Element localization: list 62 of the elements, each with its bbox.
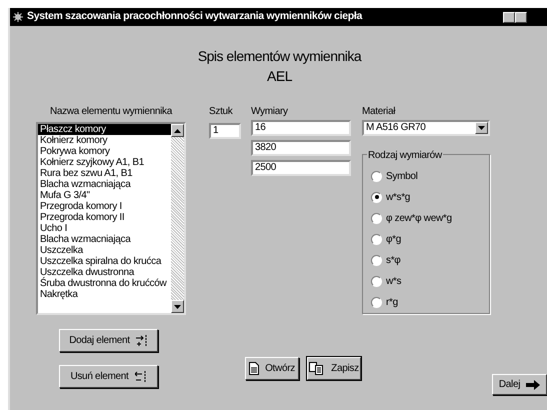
document-icon (249, 362, 260, 375)
remove-element-button[interactable]: Usuń element (59, 365, 158, 388)
scroll-up-button[interactable] (171, 124, 184, 137)
heading: Spis elementów wymiennika (198, 47, 362, 66)
heading-subtitle: AEL (267, 67, 292, 86)
list-item[interactable]: Przegroda komory II (38, 212, 171, 223)
count-label: Sztuk (209, 105, 234, 119)
element-listbox[interactable] (36, 122, 186, 315)
radio-button[interactable] (371, 254, 382, 266)
remove-icon (134, 370, 147, 382)
radio-label: r*g (386, 296, 398, 310)
radio-button[interactable] (371, 170, 382, 182)
list-item[interactable]: Śruba dwustronna do krućców (38, 278, 171, 289)
radio-label: Symbol (386, 170, 418, 184)
list-item[interactable]: Uszczelka dwustronna (38, 267, 171, 278)
material-dropdown[interactable]: M A516 GR70 (362, 120, 490, 136)
list-item[interactable]: Pokrywa komory (38, 146, 171, 157)
list-item[interactable]: Mufa G 3/4" (38, 190, 171, 201)
count-field[interactable]: 1 (209, 123, 241, 139)
dimensions-label: Wymiary (251, 105, 289, 119)
minimize-button[interactable] (503, 12, 515, 22)
radio-button[interactable] (371, 192, 382, 202)
list-item[interactable]: Blacha wzmacniająca (38, 234, 171, 245)
list-item[interactable]: Uszczelka (38, 245, 171, 256)
list-item[interactable]: Przegroda komory I (38, 201, 171, 212)
material-label: Materiał (362, 105, 396, 119)
list-item[interactable]: Kołnierz komory (38, 135, 171, 146)
radio-button[interactable] (371, 212, 382, 224)
radio-label: w*s*g (386, 190, 410, 204)
app-icon (13, 12, 23, 22)
list-item[interactable]: Uszczelka spiralna do krućca (38, 256, 171, 267)
list-item[interactable]: Ucho I (38, 223, 171, 234)
open-button[interactable]: Otwórz (245, 357, 299, 380)
add-element-button[interactable]: Dodaj element (59, 329, 158, 352)
dimension-field[interactable]: 2500 (251, 160, 351, 176)
dimension-field[interactable]: 16 (251, 120, 351, 136)
radio-label: φ*g (386, 232, 402, 246)
window-title: System szacowania pracochłonności wytwarzania wymienników ciepła (27, 9, 362, 24)
list-item[interactable]: Nakrętka (38, 289, 171, 300)
radio-label: φ zew*φ wew*g (386, 212, 452, 226)
save-button[interactable]: Zapisz (307, 357, 361, 380)
list-item[interactable]: Płaszcz komory (38, 124, 171, 135)
radio-button[interactable] (371, 234, 382, 244)
radio-button[interactable] (371, 276, 382, 286)
down-arrow-icon (174, 304, 181, 308)
radio-button[interactable] (371, 296, 382, 308)
maximize-button[interactable] (515, 12, 527, 22)
group-label: Rodzaj wymiarów (367, 148, 443, 163)
arrow-right-icon (526, 380, 540, 390)
scrollbar[interactable] (171, 124, 184, 313)
list-label: Nazwa elementu wymiennika (48, 105, 174, 119)
dimension-field[interactable]: 3820 (251, 140, 351, 156)
radio-label: w*s (386, 274, 402, 288)
list-item[interactable]: Rura bez szwu A1, B1 (38, 168, 171, 179)
list-item[interactable]: Blacha wzmacniająca (38, 179, 171, 190)
next-button[interactable]: Dalej (492, 374, 547, 395)
add-icon (136, 334, 148, 346)
scroll-down-button[interactable] (171, 300, 184, 313)
list-item[interactable]: Kołnierz szyjkowy A1, B1 (38, 157, 171, 168)
radio-label: s*φ (386, 254, 400, 268)
up-arrow-icon (174, 128, 181, 132)
save-icon (309, 362, 326, 375)
